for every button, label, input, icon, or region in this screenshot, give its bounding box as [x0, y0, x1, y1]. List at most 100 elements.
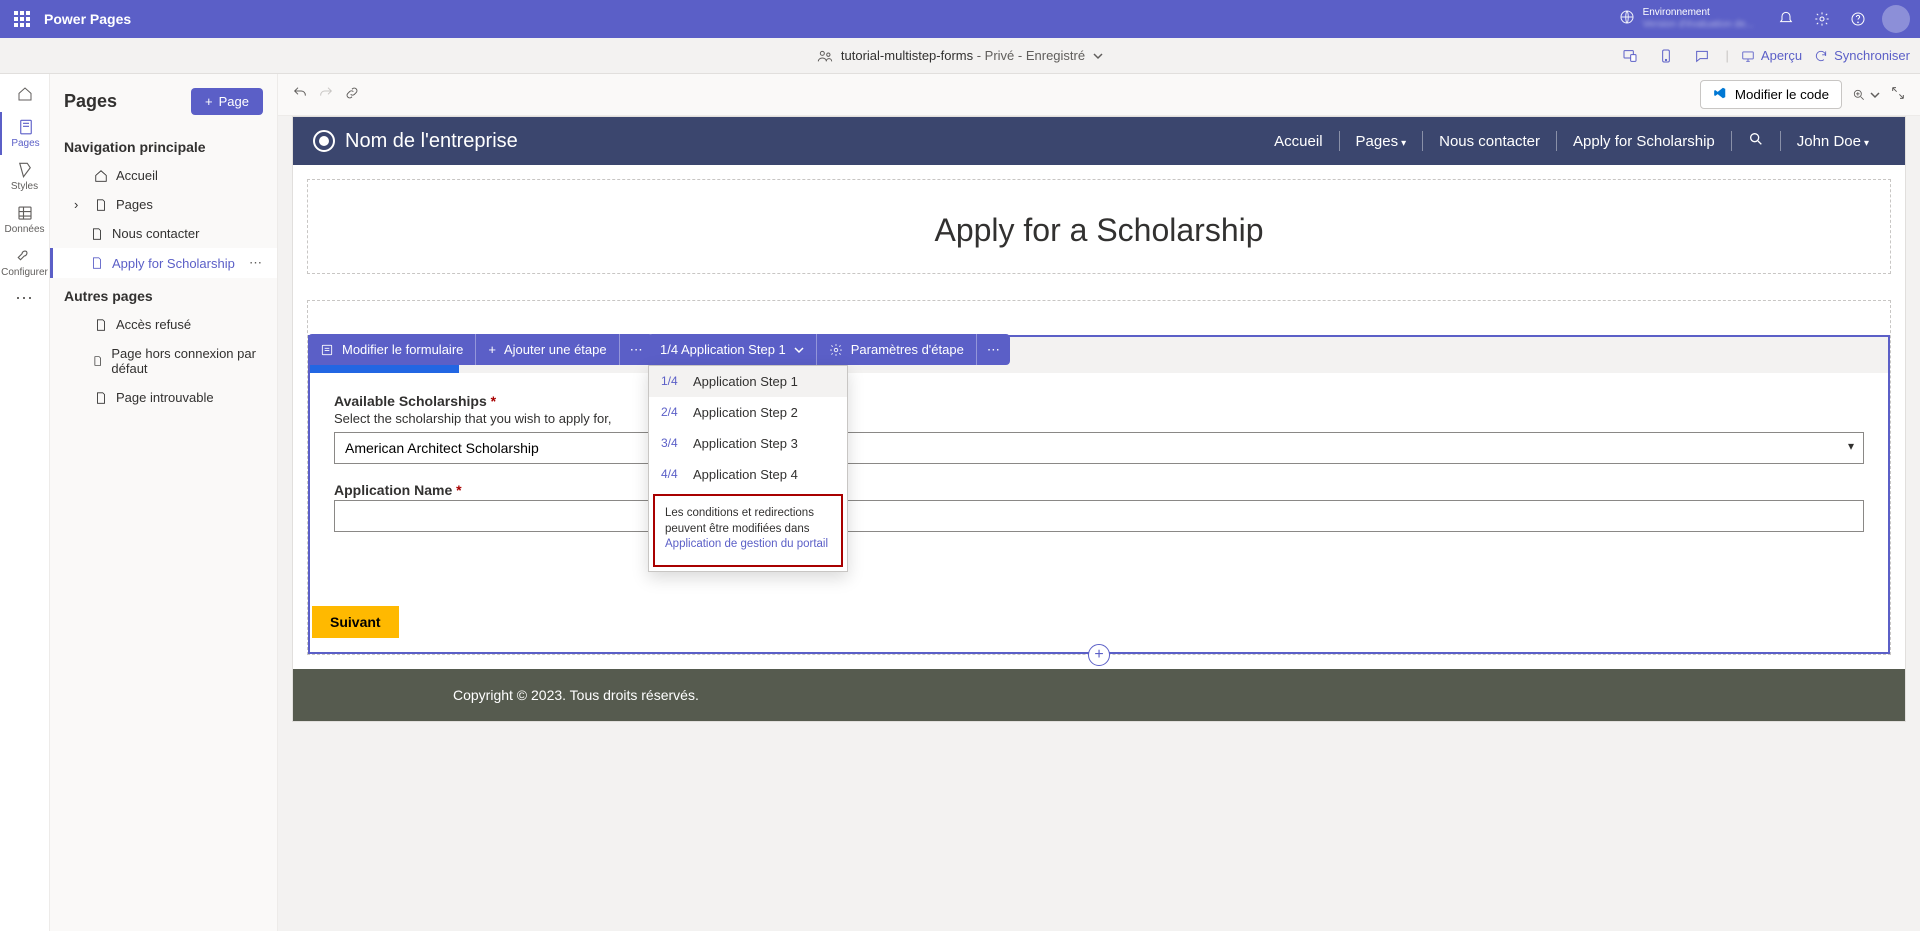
zoom-icon [1852, 88, 1866, 102]
current-step-dropdown[interactable]: 1/4 Application Step 1 [648, 334, 816, 365]
multistep-form: Application Step 1 Application Step 2 Ap… [308, 335, 1890, 654]
edit-form-button[interactable]: Modifier le formulaire [308, 334, 475, 365]
page-heading: Apply for a Scholarship [308, 212, 1890, 249]
user-avatar[interactable] [1882, 5, 1910, 33]
nav-home[interactable]: Accueil [1258, 133, 1338, 150]
tree-item-contact[interactable]: Nous contacter [50, 219, 277, 248]
tree-item-label: Apply for Scholarship [112, 256, 235, 271]
rail-styles-label: Styles [11, 181, 38, 192]
step-option-4[interactable]: 4/4Application Step 4 [649, 459, 847, 490]
nav-user-label: John Doe [1797, 133, 1861, 150]
settings-icon[interactable] [1804, 11, 1840, 27]
step-option-1[interactable]: 1/4Application Step 1 [649, 366, 847, 397]
redo-button[interactable] [318, 85, 334, 104]
tree-item-home[interactable]: Accueil [50, 161, 277, 190]
rail-data[interactable]: Données [0, 198, 50, 241]
help-icon[interactable] [1840, 11, 1876, 27]
nav-pages[interactable]: Pages▾ [1340, 133, 1423, 150]
file-icon [94, 318, 108, 332]
people-icon [817, 48, 833, 64]
sync-button[interactable]: Synchroniser [1814, 48, 1910, 63]
heading-section[interactable]: Apply for a Scholarship [307, 179, 1891, 274]
chevron-right-icon: › [74, 197, 86, 212]
tree-item-denied[interactable]: Accès refusé [50, 310, 277, 339]
tree-item-apply[interactable]: Apply for Scholarship ⋯ [50, 248, 277, 278]
form-icon [320, 343, 334, 357]
plus-icon: + [205, 94, 213, 109]
edit-code-label: Modifier le code [1735, 87, 1829, 102]
responsive-icon[interactable] [1618, 44, 1642, 68]
site-brand[interactable]: Nom de l'entreprise [313, 130, 518, 153]
main-nav-section-label: Navigation principale [50, 129, 277, 161]
waffle-icon[interactable] [14, 11, 30, 27]
home-icon [94, 169, 108, 183]
canvas-toolbar: Modifier le code [278, 74, 1920, 116]
rail-more[interactable]: ⋯ [15, 288, 34, 309]
application-name-input[interactable] [334, 500, 1864, 532]
footer-copyright: Copyright © 2023. Tous droits réservés. [293, 687, 1905, 703]
nav-user[interactable]: John Doe▾ [1781, 133, 1885, 150]
link-button[interactable] [344, 85, 360, 104]
zoom-button[interactable] [1852, 88, 1880, 102]
site-name: tutorial-multistep-forms [841, 48, 973, 63]
tree-item-pages[interactable]: › Pages [50, 190, 277, 219]
sync-label: Synchroniser [1834, 48, 1910, 63]
brand-icon [313, 130, 335, 152]
nav-search[interactable] [1732, 131, 1780, 151]
step-prefix: 3/4 [661, 436, 685, 451]
environment-selector[interactable]: Environnement Version d'évaluation de... [1619, 7, 1754, 31]
step-option-3[interactable]: 3/4Application Step 3 [649, 428, 847, 459]
available-scholarships-select[interactable] [334, 432, 1864, 464]
edit-code-button[interactable]: Modifier le code [1700, 80, 1842, 109]
chevron-down-icon [794, 345, 804, 355]
styles-icon [16, 161, 34, 179]
tree-item-offline[interactable]: Page hors connexion par défaut [50, 339, 277, 383]
data-icon [16, 204, 34, 222]
tree-item-notfound[interactable]: Page introuvable [50, 383, 277, 412]
file-icon [92, 354, 104, 368]
notifications-icon[interactable] [1768, 11, 1804, 27]
current-step-label: 1/4 Application Step 1 [660, 342, 786, 357]
step-option-2[interactable]: 2/4Application Step 2 [649, 397, 847, 428]
file-icon [90, 227, 104, 241]
vscode-icon [1713, 86, 1727, 103]
gear-icon [829, 343, 843, 357]
application-name-label: Application Name * [334, 482, 1864, 498]
environment-label: Environnement [1643, 7, 1754, 19]
available-scholarships-label: Available Scholarships * [334, 393, 1864, 409]
rail-configure[interactable]: Configurer [0, 241, 50, 284]
app-title: Power Pages [44, 11, 131, 27]
next-button[interactable]: Suivant [312, 606, 399, 638]
nav-apply[interactable]: Apply for Scholarship [1557, 133, 1731, 150]
rail-configure-label: Configurer [1, 267, 48, 278]
portal-management-link[interactable]: Application de gestion du portail [665, 538, 828, 550]
tree-item-label: Page introuvable [116, 390, 214, 405]
site-saved-status: - Enregistré [1014, 48, 1085, 63]
pages-icon [17, 118, 35, 136]
rail-home[interactable] [7, 80, 43, 108]
sync-icon [1814, 49, 1828, 63]
site-visibility: - Privé [973, 48, 1014, 63]
add-section-button[interactable]: + [1088, 644, 1110, 666]
rail-pages[interactable]: Pages [0, 112, 50, 155]
add-page-button[interactable]: + Page [191, 88, 263, 115]
chat-icon[interactable] [1690, 44, 1714, 68]
file-icon [94, 391, 108, 405]
step-toolbar-more[interactable]: ⋯ [977, 334, 1010, 365]
form-toolbar: Modifier le formulaire + Ajouter une éta… [308, 334, 653, 365]
expand-button[interactable] [1890, 85, 1906, 104]
dropdown-note: Les conditions et redirections peuvent ê… [653, 494, 843, 567]
site-name-button[interactable]: tutorial-multistep-forms - Privé - Enreg… [817, 48, 1103, 64]
preview-icon [1741, 49, 1755, 63]
preview-button[interactable]: Aperçu [1741, 48, 1802, 63]
add-step-button[interactable]: + Ajouter une étape [476, 334, 618, 365]
mobile-icon[interactable] [1654, 44, 1678, 68]
nav-contact[interactable]: Nous contacter [1423, 133, 1556, 150]
more-icon[interactable]: ⋯ [249, 255, 263, 271]
document-bar: tutorial-multistep-forms - Privé - Enreg… [0, 38, 1920, 74]
step-label: Application Step 4 [693, 467, 798, 482]
add-step-label: Ajouter une étape [504, 342, 607, 357]
rail-styles[interactable]: Styles [0, 155, 50, 198]
step-settings-button[interactable]: Paramètres d'étape [817, 334, 976, 365]
undo-button[interactable] [292, 85, 308, 104]
